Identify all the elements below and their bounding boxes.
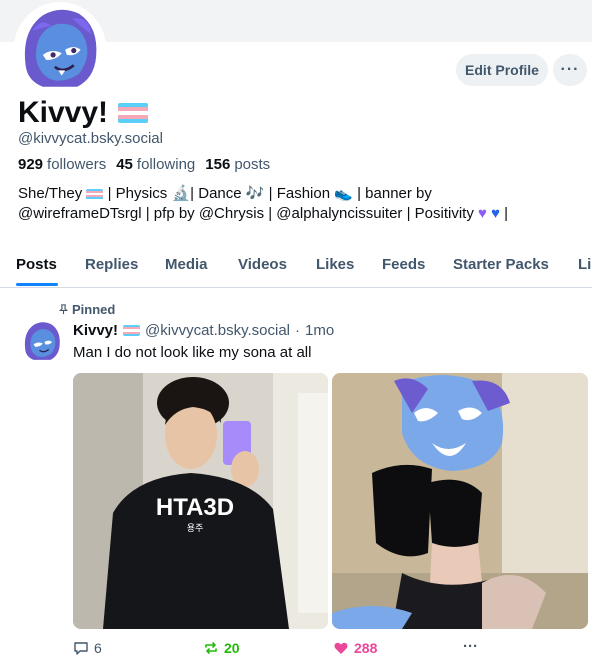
profile-handle: @kivvycat.bsky.social	[18, 130, 163, 147]
reply-count: 6	[94, 640, 102, 656]
edit-profile-button[interactable]: Edit Profile	[456, 54, 548, 86]
microscope-icon: 🔬	[171, 185, 191, 202]
trans-flag-icon	[118, 103, 149, 123]
trans-flag-icon	[123, 325, 141, 336]
tab-videos[interactable]: Videos	[238, 256, 287, 273]
post-timestamp[interactable]: 1mo	[305, 322, 334, 339]
profile-more-button[interactable]: ···	[553, 54, 587, 86]
purple-heart-icon: ♥	[478, 205, 487, 222]
post-text: Man I do not look like my sona at all	[73, 344, 312, 361]
shirt-print-text: HTA3D	[156, 494, 234, 521]
post-author-name[interactable]: Kivvy!	[73, 322, 118, 339]
pin-icon	[58, 304, 69, 315]
display-name: Kivvy!	[18, 96, 109, 129]
profile-tabs: Posts Replies Media Videos Likes Feeds S…	[0, 246, 592, 288]
sneaker-icon: 👟	[334, 185, 353, 202]
heart-icon	[334, 642, 348, 654]
more-icon: ···	[560, 61, 580, 78]
display-name-row: Kivvy!	[18, 96, 149, 130]
reply-icon	[74, 642, 88, 655]
tab-starter-packs[interactable]: Starter Packs	[453, 256, 549, 273]
repost-icon	[205, 642, 217, 654]
reply-button[interactable]: 6	[73, 640, 102, 656]
posts-count: 156 posts	[205, 156, 271, 173]
repost-count: 20	[224, 640, 240, 656]
blue-heart-icon: ♥	[491, 205, 500, 222]
tab-media[interactable]: Media	[165, 256, 208, 273]
profile-avatar[interactable]	[14, 2, 106, 94]
post-header: Kivvy! @kivvycat.bsky.social · 1mo	[73, 322, 334, 339]
post-separator: ·	[295, 322, 301, 339]
active-tab-indicator	[16, 283, 58, 286]
post-more-button[interactable]: ···	[463, 638, 478, 655]
bio-line-1: She/They | Physics 🔬| Dance 🎶 | Fashion …	[18, 185, 432, 202]
tab-posts[interactable]: Posts	[16, 256, 57, 273]
shirt-print-subtext: 용주	[187, 523, 204, 534]
tab-replies[interactable]: Replies	[85, 256, 138, 273]
like-button[interactable]: 288	[333, 640, 377, 656]
music-notes-icon: 🎶	[245, 185, 265, 202]
more-icon: ···	[463, 638, 478, 655]
tab-feeds[interactable]: Feeds	[382, 256, 425, 273]
post-author-avatar[interactable]	[21, 320, 63, 362]
followers-link[interactable]: 929 followers	[18, 156, 106, 173]
tab-likes[interactable]: Likes	[316, 256, 354, 273]
profile-stats: 929 followers 45 following 156 posts	[18, 156, 270, 173]
repost-button[interactable]: 20	[203, 640, 240, 656]
following-link[interactable]: 45 following	[116, 156, 195, 173]
bio-line-2: @wireframeDTsrgl | pfp by @Chrysis | @al…	[18, 205, 509, 222]
tab-lists[interactable]: Lis	[578, 256, 592, 273]
trans-flag-icon	[86, 188, 104, 200]
post-author-handle[interactable]: @kivvycat.bsky.social	[145, 322, 290, 339]
post-image-1[interactable]: HTA3D 용주	[73, 373, 328, 629]
profile-bio: She/They | Physics 🔬| Dance 🎶 | Fashion …	[18, 184, 578, 224]
like-count: 288	[354, 640, 378, 656]
post-image-2[interactable]	[332, 373, 588, 629]
post-actions: 6 20 288 ···	[0, 638, 592, 657]
pinned-label: Pinned	[58, 302, 115, 317]
